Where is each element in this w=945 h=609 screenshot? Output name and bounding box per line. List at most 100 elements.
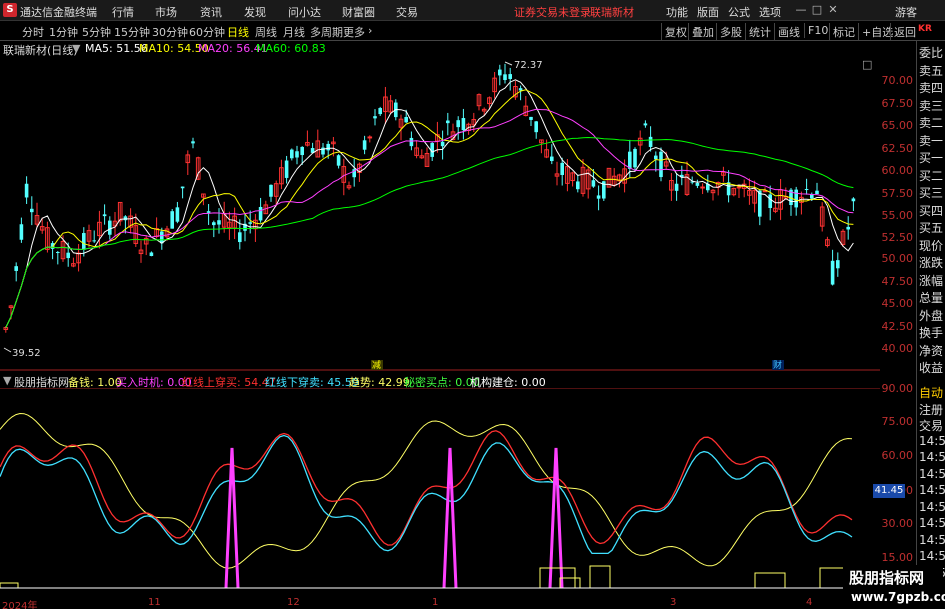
- menu-hangqing[interactable]: 行情: [112, 4, 134, 20]
- y-tick: 60.00: [881, 164, 914, 177]
- candle-body: [659, 151, 663, 178]
- tab-30min[interactable]: 30分钟: [152, 24, 188, 40]
- watermark-title: 股朋指标网: [849, 569, 925, 587]
- tab-fenshi[interactable]: 分时: [22, 24, 44, 40]
- kr-badge: KR: [918, 24, 932, 34]
- tab-more[interactable]: 更多: [343, 24, 365, 40]
- y-tick: 52.50: [881, 231, 914, 244]
- menu-caifuquan[interactable]: 财富圈: [342, 4, 375, 20]
- y-tick: 50.00: [881, 252, 914, 265]
- ma5-line: [5, 79, 854, 328]
- tab-daily[interactable]: 日线: [227, 24, 249, 40]
- panel-button[interactable]: 注册: [919, 401, 943, 418]
- candle-body: [596, 195, 601, 199]
- tab-1min[interactable]: 1分钟: [49, 24, 78, 40]
- fuquan-button[interactable]: 复权: [661, 23, 690, 41]
- candle-body: [102, 214, 107, 217]
- watermark-url: www.7gpzb.com: [851, 590, 945, 604]
- f10-button[interactable]: F10: [804, 23, 831, 38]
- restore-icon[interactable]: □: [810, 3, 824, 17]
- tongji-button[interactable]: 统计: [745, 23, 774, 41]
- candle-body: [446, 120, 450, 124]
- menu-zixun[interactable]: 资讯: [200, 4, 222, 20]
- tab-5min[interactable]: 5分钟: [82, 24, 111, 40]
- tick-time: 14:56: [919, 433, 945, 448]
- tab-multi-period[interactable]: 多周期: [310, 24, 343, 40]
- tab-60min[interactable]: 60分钟: [189, 24, 225, 40]
- quote-label: 净资: [919, 343, 944, 358]
- biaoji-button[interactable]: 标记: [829, 23, 858, 41]
- quote-label: 买三: [919, 186, 944, 200]
- candle-body: [326, 143, 330, 151]
- minimize-icon[interactable]: —: [794, 3, 808, 17]
- candle-body: [295, 151, 299, 158]
- diejia-button[interactable]: 叠加: [688, 23, 717, 41]
- candle-body: [284, 160, 289, 178]
- ma60-label: MA60: 60.83: [256, 42, 326, 55]
- y-tick: 65.00: [881, 119, 914, 132]
- tick-time: 14:56: [919, 450, 945, 464]
- trade-login-warning[interactable]: 证券交易未登录: [514, 4, 591, 20]
- watermark: 股朋指标网 www.7gpzb.com: [843, 565, 945, 609]
- tick-time: 14:56: [919, 549, 945, 563]
- candle-body: [206, 211, 211, 213]
- tab-weekly[interactable]: 周线: [255, 24, 277, 40]
- candle-body: [123, 216, 128, 221]
- candle-body: [503, 74, 507, 81]
- chevron-right-icon[interactable]: ›: [368, 24, 372, 37]
- candle-body: [212, 222, 216, 226]
- chart-settings-icon[interactable]: □: [862, 58, 872, 71]
- menu-faxian[interactable]: 发现: [244, 4, 266, 20]
- indicator-chart[interactable]: [0, 388, 880, 597]
- quote-label: 外盘: [919, 308, 944, 323]
- quote-label: 买四: [919, 203, 944, 218]
- buy-timing-spike: [548, 447, 564, 589]
- candle-body: [768, 194, 772, 209]
- menu-gongshi[interactable]: 公式: [728, 4, 750, 20]
- y-tick: 47.50: [881, 275, 914, 288]
- buy-timing-spike: [442, 447, 458, 589]
- candle-body: [362, 140, 367, 150]
- menu-xuanxiang[interactable]: 选项: [759, 4, 781, 20]
- ind-y-tick: 15.00: [881, 551, 914, 564]
- candle-body: [248, 222, 252, 224]
- quote-label: 委比: [919, 46, 944, 60]
- indicator-header: ▼ 股朋指标网 备钱: 1.00 买入时机: 0.00 红线上穿买: 54.47…: [0, 373, 880, 389]
- period-tab-bar: 分时 1分钟 5分钟 15分钟 30分钟 60分钟 日线 周线 月线 多周期 更…: [0, 21, 945, 41]
- candle-body: [736, 186, 742, 189]
- close-icon[interactable]: ✕: [826, 3, 840, 17]
- huaxian-button[interactable]: 画线: [774, 23, 803, 41]
- tab-15min[interactable]: 15分钟: [114, 24, 150, 40]
- chevron-down-icon[interactable]: ▼: [72, 42, 80, 55]
- panel-button[interactable]: 交易: [919, 417, 943, 434]
- menu-gongneng[interactable]: 功能: [666, 4, 688, 20]
- back-button[interactable]: 返回: [890, 23, 919, 41]
- duogu-button[interactable]: 多股: [716, 23, 745, 41]
- quote-label: 卖四: [919, 81, 944, 95]
- ma10-line: [5, 89, 854, 328]
- y-tick: 57.50: [881, 187, 914, 200]
- guest-label[interactable]: 游客: [895, 4, 917, 20]
- menu-shichang[interactable]: 市场: [155, 4, 177, 20]
- candlestick-chart[interactable]: □ 72.37 39.52 减 财: [0, 56, 880, 371]
- panel-button[interactable]: 自动: [919, 384, 943, 401]
- tab-monthly[interactable]: 月线: [283, 24, 305, 40]
- menu-banmian[interactable]: 版面: [697, 4, 719, 20]
- candle-body: [461, 118, 466, 131]
- y-tick: 70.00: [881, 74, 914, 87]
- menu-jiaoyi[interactable]: 交易: [396, 4, 418, 20]
- y-tick: 67.50: [881, 97, 914, 110]
- ind-y-tick: 60.00: [881, 449, 914, 462]
- candle-body: [30, 208, 34, 213]
- candle-body: [217, 220, 221, 225]
- x-tick: 12: [287, 597, 300, 608]
- ma-header: 联瑞新材(日线) ▼ MA5: 51.56 MA10: 54.50 MA20: …: [0, 41, 880, 57]
- candle-body: [149, 252, 154, 256]
- candle-body: [440, 141, 445, 147]
- quote-label: 收益: [919, 361, 944, 375]
- menu-wenxiaoda[interactable]: 问小达: [288, 4, 321, 20]
- indicator-menu-icon[interactable]: ▼: [3, 374, 11, 387]
- candle-body: [518, 88, 523, 91]
- quote-label: 涨幅: [919, 273, 944, 288]
- candle-body: [534, 121, 538, 133]
